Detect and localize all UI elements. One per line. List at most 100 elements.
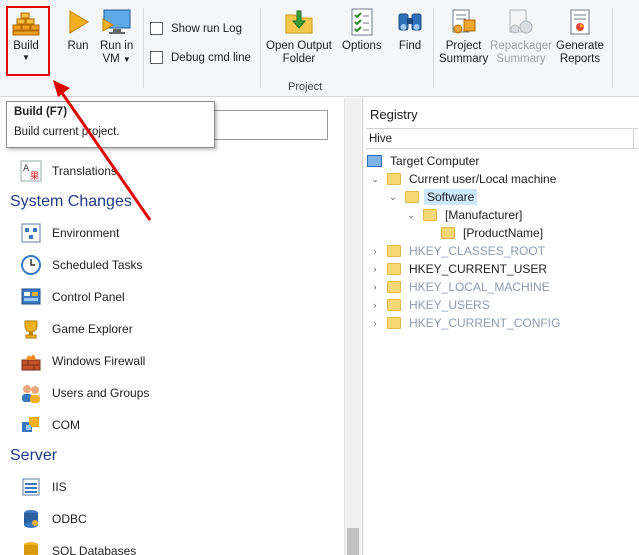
registry-pane: Registry Hive Target Computer ⌄ Current … [362,98,639,555]
left-search-input[interactable] [212,110,328,140]
options-label: Options [342,40,382,52]
folder-icon [387,245,401,257]
project-summary-icon [448,4,480,40]
nav-item-control-panel[interactable]: Control Panel [20,286,125,308]
build-label: Build [13,40,39,52]
repackager-summary-label-1: Repackager [490,40,553,52]
tree-label: HKEY_CURRENT_USER [409,262,548,276]
hive-header-label: Hive [369,133,393,145]
tree-label: HKEY_LOCAL_MACHINE [409,280,550,294]
trophy-icon [20,318,42,340]
project-summary-button[interactable]: Project Summary [439,4,488,66]
nav-item-windows-firewall[interactable]: Windows Firewall [20,350,145,372]
nav-item-scheduled-tasks[interactable]: Scheduled Tasks [20,254,143,276]
nav-item-game-explorer[interactable]: Game Explorer [20,318,133,340]
folder-icon [387,281,401,293]
build-button[interactable]: Build ▼ [10,4,42,63]
project-summary-label-1: Project [445,40,482,52]
svg-text:果: 果 [30,171,39,182]
tree-node-manufacturer[interactable]: ⌄ [Manufacturer] [405,206,525,224]
repackager-summary-label-2: Summary [496,53,546,65]
chevron-right-icon[interactable]: › [369,300,381,310]
nav-iis-label: IIS [52,480,67,494]
open-output-folder-label-1: Open Output [266,40,332,52]
nav-sql-databases-label: SQL Databases [52,544,137,555]
svg-text:A: A [23,164,30,174]
nav-translations-label: Translations [52,164,117,178]
tree-label: HKEY_USERS [409,298,490,312]
repackager-summary-button[interactable]: Repackager Summary [490,4,552,66]
tree-node-hkey-classes-root[interactable]: › HKEY_CLASSES_ROOT [369,242,548,260]
folder-icon [423,209,437,221]
tree-node-hkey-users[interactable]: › HKEY_USERS [369,296,493,314]
chevron-down-icon[interactable]: ⌄ [387,192,399,203]
ribbon-separator [260,8,261,88]
tree-node-hkey-current-user[interactable]: › HKEY_CURRENT_USER [369,260,550,278]
generate-reports-button[interactable]: Generate Reports [556,4,604,66]
chevron-right-icon[interactable]: › [369,282,381,292]
sql-database-icon [20,540,42,555]
chevron-down-icon[interactable]: ▼ [123,55,131,64]
folder-icon [405,191,419,203]
show-run-log-checkbox[interactable]: Show run Log [150,22,242,35]
nav-item-sql-databases[interactable]: SQL Databases [20,540,136,555]
run-label: Run [67,40,89,52]
registry-title: Registry [370,107,418,122]
chevron-down-icon[interactable]: ⌄ [369,174,381,185]
nav-users-and-groups-label: Users and Groups [52,386,150,400]
left-pane-scrollbar[interactable] [344,98,361,555]
nav-scheduled-tasks-label: Scheduled Tasks [52,258,143,272]
run-icon [62,4,94,40]
nav-item-com[interactable]: COM [20,414,80,436]
users-icon [20,382,42,404]
tree-node-hkey-local-machine[interactable]: › HKEY_LOCAL_MACHINE [369,278,553,296]
run-button[interactable]: Run [62,4,94,53]
nav-item-odbc[interactable]: ODBC [20,508,87,530]
firewall-icon [20,350,42,372]
ribbon-separator [612,8,613,88]
tree-node-target-computer[interactable]: Target Computer [367,152,482,170]
tree-node-hkey-current-config[interactable]: › HKEY_CURRENT_CONFIG [369,314,563,332]
tree-node-product-name[interactable]: [ProductName] [441,224,546,242]
nav-item-users-and-groups[interactable]: Users and Groups [20,382,149,404]
tree-node-software[interactable]: ⌄ Software [387,188,478,206]
nav-item-translations[interactable]: A果 Translations [20,160,117,182]
repackager-summary-icon [505,4,537,40]
column-separator[interactable] [633,129,634,149]
environment-icon [20,222,42,244]
nav-odbc-label: ODBC [52,512,87,526]
folder-icon [441,227,455,239]
scrollbar-thumb[interactable] [347,528,359,555]
chevron-right-icon[interactable]: › [369,264,381,274]
ribbon-group-label: Project [288,81,323,93]
checkbox-box[interactable] [150,22,163,35]
find-button[interactable]: Find [394,4,426,53]
project-summary-label-2: Summary [439,53,489,65]
nav-item-iis[interactable]: IIS [20,476,67,498]
checkbox-box[interactable] [150,51,163,64]
debug-cmd-line-checkbox[interactable]: Debug cmd line [150,51,251,64]
tooltip-text: Build current project. [14,126,120,138]
open-output-folder-button[interactable]: Open Output Folder [266,4,332,66]
folder-icon [387,263,401,275]
tree-label: [Manufacturer] [445,208,523,222]
generate-reports-label-1: Generate [556,40,604,52]
hive-column-header[interactable]: Hive [366,128,638,149]
tree-label: Current user/Local machine [409,172,557,186]
nav-item-environment[interactable]: Environment [20,222,119,244]
options-checklist-icon [346,4,378,40]
run-in-vm-button[interactable]: Run in VM ▼ [100,4,133,66]
ribbon-toolbar: Build ▼ Run Run in VM ▼ Show run Log Deb… [0,0,639,97]
run-in-vm-label-1: Run in [100,40,134,52]
chevron-right-icon[interactable]: › [369,246,381,256]
options-button[interactable]: Options [342,4,382,53]
chevron-right-icon[interactable]: › [369,318,381,328]
tree-node-current-user-local-machine[interactable]: ⌄ Current user/Local machine [369,170,559,188]
nav-control-panel-label: Control Panel [52,290,125,304]
folder-icon [387,173,401,185]
chevron-down-icon[interactable]: ▼ [22,53,30,63]
chevron-down-icon[interactable]: ⌄ [405,210,417,221]
tree-label: HKEY_CLASSES_ROOT [409,244,546,258]
vm-monitor-icon [101,4,133,40]
show-run-log-label: Show run Log [171,22,242,35]
